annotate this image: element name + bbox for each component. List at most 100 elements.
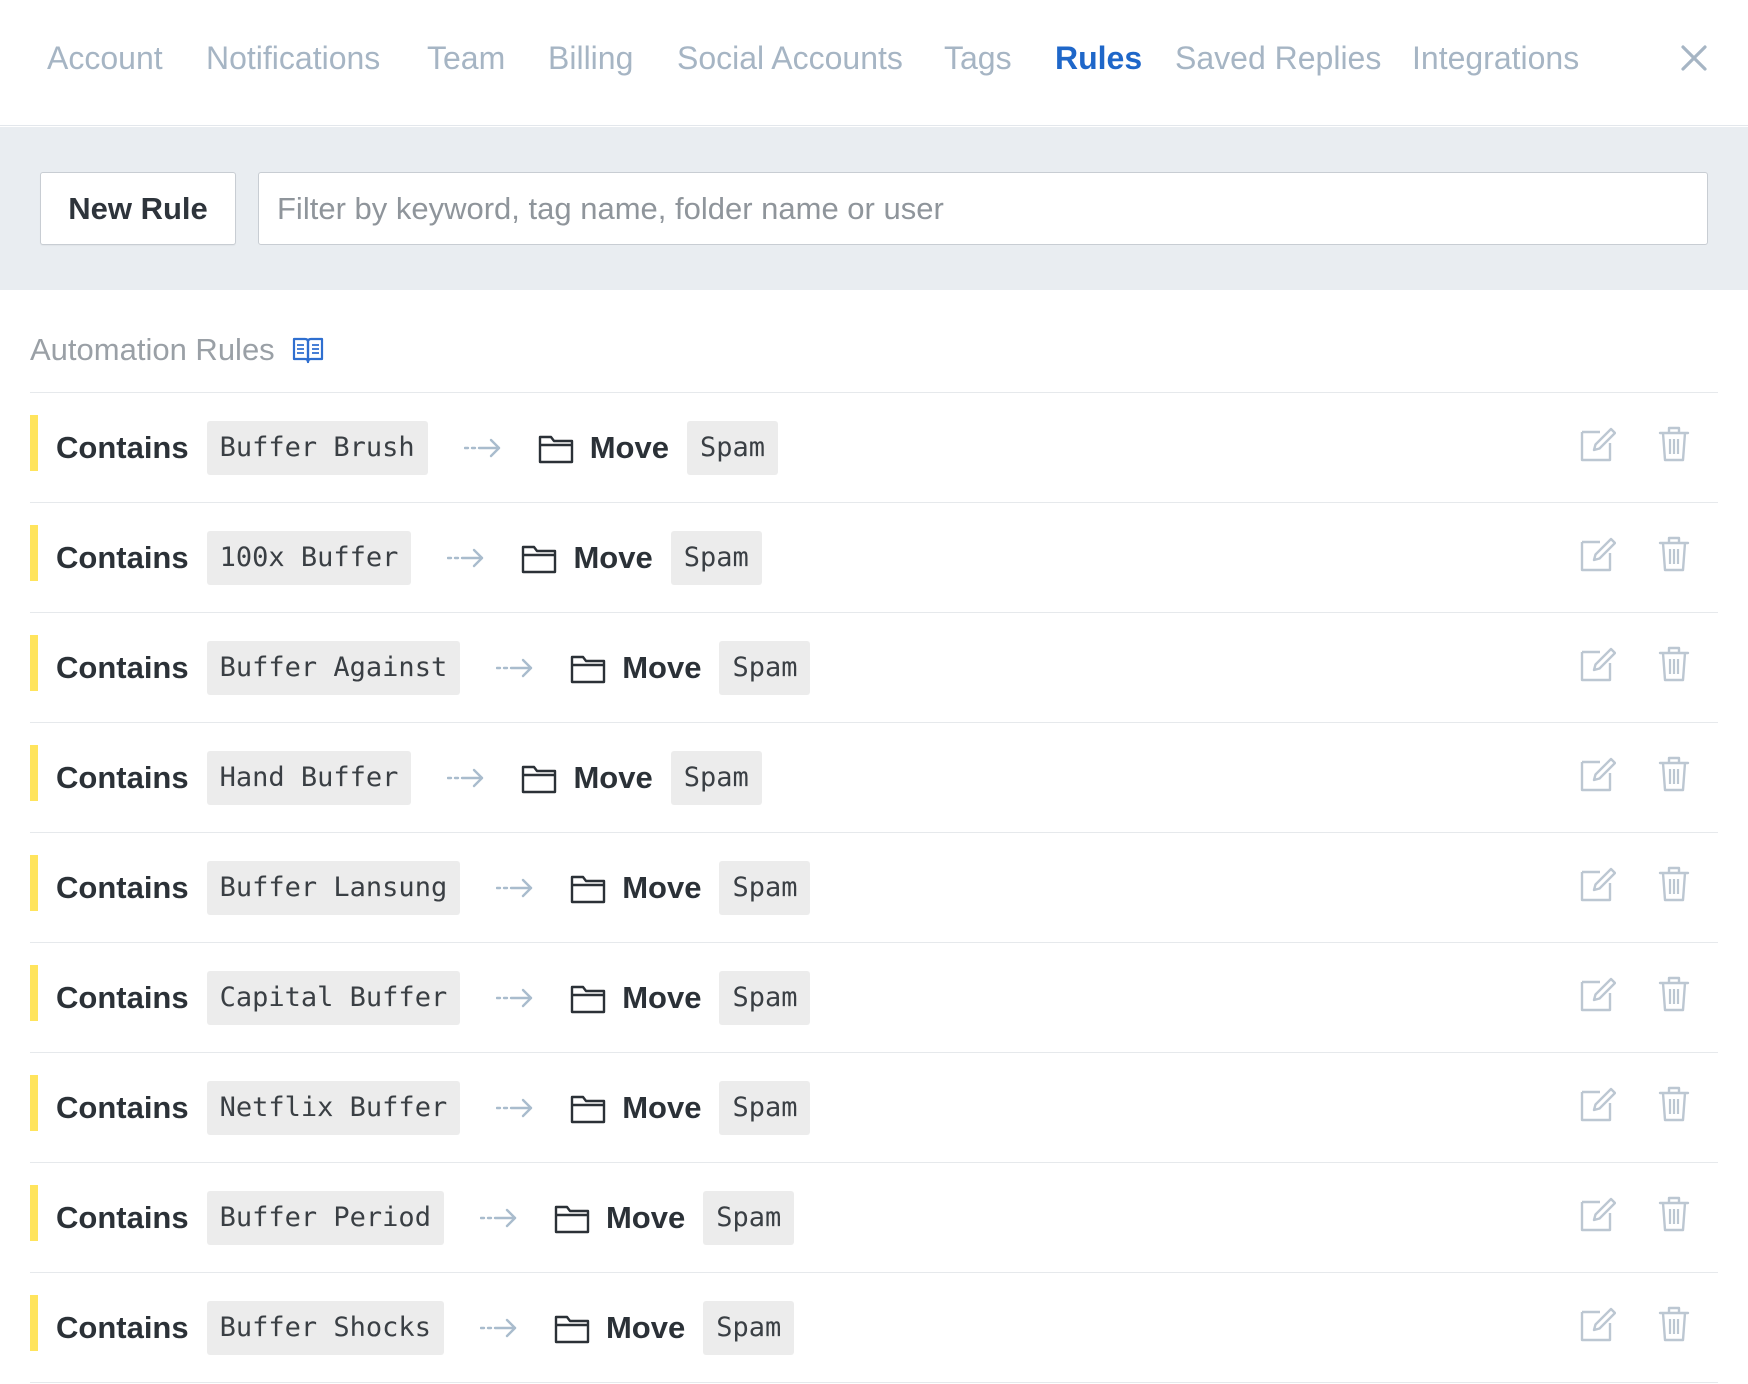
settings-tab-bar: Account Notifications Team Billing Socia…: [0, 0, 1748, 126]
arrow-right-icon: [496, 878, 533, 897]
arrow-right-icon: [463, 438, 500, 457]
rule-status-bar: [30, 1295, 38, 1351]
tab-saved-replies[interactable]: Saved Replies: [1175, 38, 1381, 78]
trash-icon[interactable]: [1658, 536, 1690, 572]
arrow-right-icon: [496, 1098, 533, 1117]
folder-icon: [571, 985, 606, 1013]
rule-condition-label: Contains: [56, 1199, 189, 1235]
rule-action-label: Move: [605, 1199, 686, 1235]
rule-actions: [1580, 1086, 1690, 1122]
rule-action-label: Move: [622, 1089, 702, 1125]
rule-target-chip: Spam: [686, 420, 778, 475]
rule-action-label: Move: [622, 979, 702, 1015]
tab-social-accounts[interactable]: Social Accounts: [677, 38, 903, 78]
rule-target-chip: Spam: [719, 1080, 811, 1135]
rule-action-label: Move: [605, 1309, 686, 1345]
edit-icon[interactable]: [1580, 1086, 1616, 1122]
rule-target-chip: Spam: [719, 860, 811, 915]
trash-icon[interactable]: [1658, 1306, 1690, 1342]
rule-row: Contains Buffer Period Move Spam: [30, 1163, 1718, 1273]
arrow-right-icon: [447, 768, 484, 787]
new-rule-button[interactable]: New Rule: [40, 172, 236, 245]
tab-rules[interactable]: Rules: [1055, 38, 1142, 78]
filter-input[interactable]: [258, 172, 1708, 245]
section-title: Automation Rules: [30, 332, 275, 367]
rule-condition-label: Contains: [56, 539, 189, 575]
folder-icon: [554, 1315, 590, 1343]
arrow-right-icon: [479, 1208, 517, 1227]
rule-actions: [1580, 536, 1690, 572]
rule-condition-label: Contains: [56, 979, 189, 1015]
rule-condition-label: Contains: [56, 1309, 189, 1345]
rule-row: Contains Capital Buffer Move Spam: [30, 943, 1718, 1053]
rule-status-bar: [30, 1075, 38, 1131]
rule-keyword-chip: Buffer Period: [206, 1190, 444, 1245]
rule-keyword-chip: Netflix Buffer: [206, 1080, 461, 1135]
edit-icon[interactable]: [1580, 756, 1616, 792]
rule-action-label: Move: [622, 869, 702, 905]
rule-actions: [1580, 646, 1690, 682]
trash-icon[interactable]: [1658, 1196, 1690, 1232]
edit-icon[interactable]: [1580, 866, 1616, 902]
tab-account[interactable]: Account: [47, 38, 163, 78]
rule-action-label: Move: [589, 429, 669, 465]
edit-icon[interactable]: [1580, 426, 1616, 462]
rule-row: Contains Buffer Against Move Spam: [30, 613, 1718, 723]
arrow-right-icon: [496, 988, 533, 1007]
tab-billing[interactable]: Billing: [548, 38, 633, 78]
rule-keyword-chip: Capital Buffer: [206, 970, 461, 1025]
rule-condition-label: Contains: [56, 759, 189, 795]
rule-condition-label: Contains: [56, 869, 189, 905]
folder-icon: [554, 1205, 590, 1233]
folder-icon: [571, 875, 606, 903]
book-icon[interactable]: [292, 335, 324, 365]
rule-status-bar: [30, 965, 38, 1021]
rule-keyword-chip: Buffer Lansung: [206, 860, 461, 915]
tab-tags[interactable]: Tags: [944, 38, 1012, 78]
rule-status-bar: [30, 415, 38, 471]
folder-icon: [571, 1095, 606, 1123]
trash-icon[interactable]: [1658, 646, 1690, 682]
rule-target-chip: Spam: [719, 970, 811, 1025]
rule-status-bar: [30, 1185, 38, 1241]
folder-icon: [522, 545, 557, 573]
rule-action-label: Move: [622, 649, 702, 685]
edit-icon[interactable]: [1580, 1306, 1616, 1342]
trash-icon[interactable]: [1658, 866, 1690, 902]
edit-icon[interactable]: [1580, 1196, 1616, 1232]
rule-row: Contains Buffer Lansung Move Spam: [30, 833, 1718, 943]
rule-actions: [1580, 1196, 1690, 1232]
tab-notifications[interactable]: Notifications: [206, 38, 380, 78]
rule-row: Contains Buffer Brush Move Spam: [30, 393, 1718, 503]
rule-status-bar: [30, 745, 38, 801]
tab-team[interactable]: Team: [427, 38, 505, 78]
trash-icon[interactable]: [1658, 756, 1690, 792]
close-icon[interactable]: [1674, 38, 1714, 78]
tab-integrations[interactable]: Integrations: [1412, 38, 1579, 78]
rule-condition-label: Contains: [56, 429, 189, 465]
rule-action-label: Move: [573, 539, 653, 575]
rule-condition-label: Contains: [56, 649, 189, 685]
edit-icon[interactable]: [1580, 536, 1616, 572]
rule-target-chip: Spam: [703, 1300, 795, 1355]
trash-icon[interactable]: [1658, 1086, 1690, 1122]
trash-icon[interactable]: [1658, 976, 1690, 1012]
arrow-right-icon: [496, 658, 533, 677]
folder-icon: [571, 655, 606, 683]
rule-actions: [1580, 976, 1690, 1012]
edit-icon[interactable]: [1580, 976, 1616, 1012]
rule-row: Contains Netflix Buffer Move Spam: [30, 1053, 1718, 1163]
rule-keyword-chip: Hand Buffer: [206, 750, 412, 805]
rule-actions: [1580, 1306, 1690, 1342]
arrow-right-icon: [479, 1318, 517, 1337]
rule-row: Contains Buffer Shocks Move Spam: [30, 1273, 1718, 1383]
edit-icon[interactable]: [1580, 646, 1616, 682]
rule-keyword-chip: Buffer Brush: [206, 420, 428, 475]
arrow-right-icon: [447, 548, 484, 567]
folder-icon: [522, 765, 557, 793]
rule-condition-label: Contains: [56, 1089, 189, 1125]
rule-row: Contains Hand Buffer Move Spam: [30, 723, 1718, 833]
rule-status-bar: [30, 635, 38, 691]
rule-keyword-chip: Buffer Against: [206, 640, 461, 695]
trash-icon[interactable]: [1658, 426, 1690, 462]
